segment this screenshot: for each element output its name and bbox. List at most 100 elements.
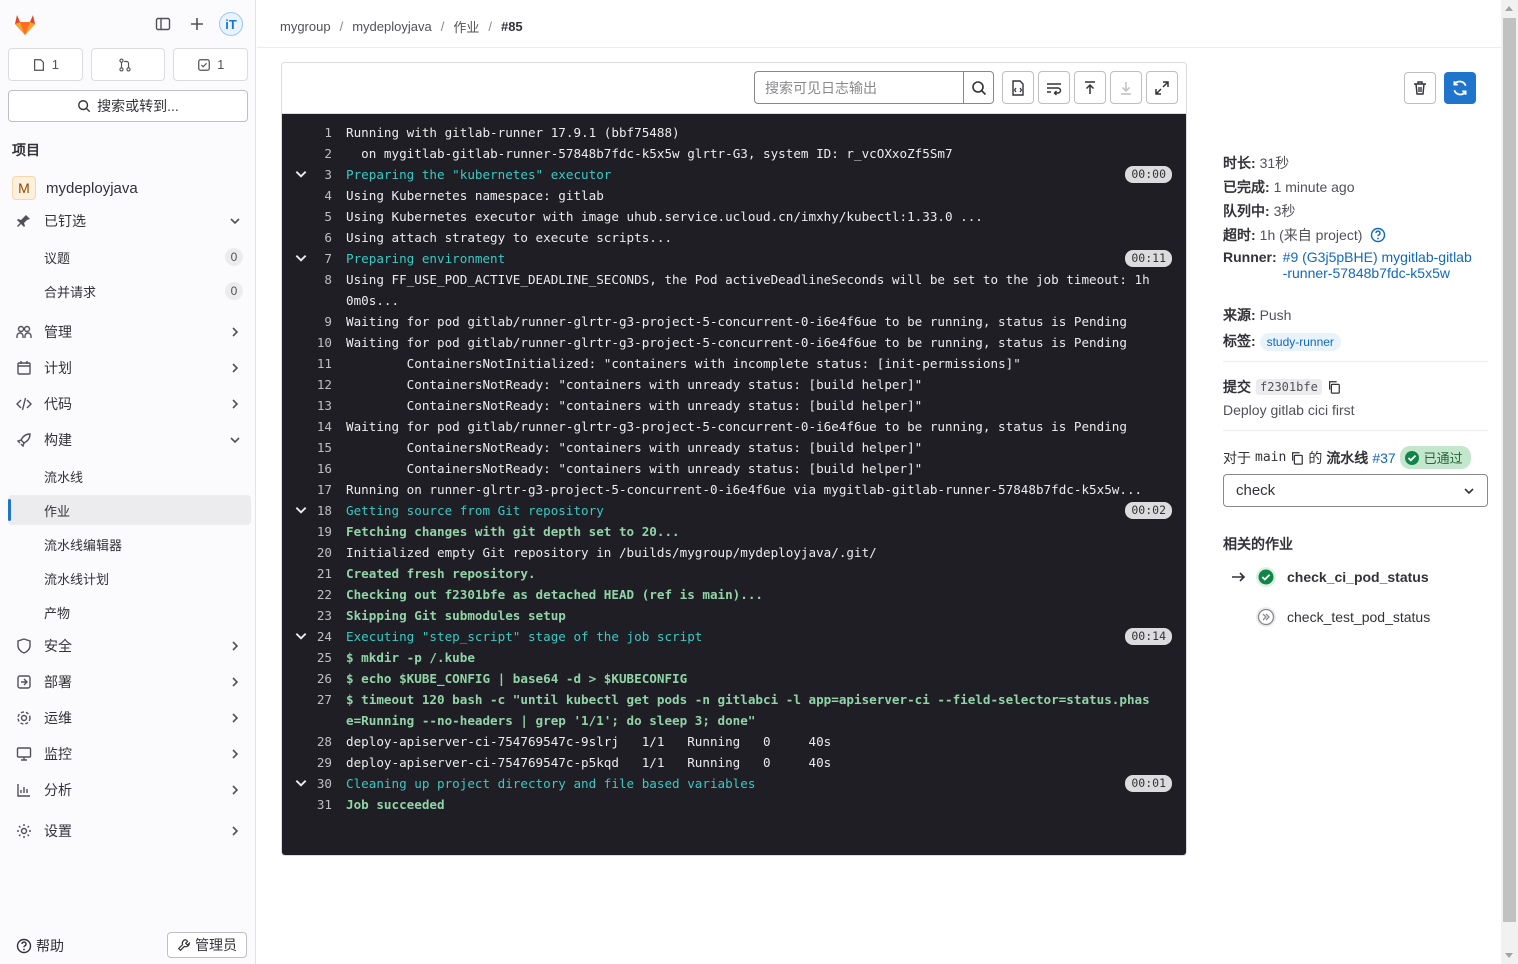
nav-pinned-issues[interactable]: 议题 0 (8, 242, 251, 272)
log-line-number[interactable]: 18 (282, 500, 346, 521)
log-section-header[interactable]: 24 Executing "step_script" stage of the j… (282, 626, 1186, 647)
nav-manage[interactable]: 管理 (8, 317, 251, 347)
todos-counter[interactable]: 1 (173, 48, 249, 81)
log-line-text: ContainersNotReady: "containers with unr… (346, 461, 923, 476)
copy-icon[interactable] (1327, 380, 1341, 394)
log-line-number[interactable]: 19 (282, 521, 346, 542)
log-line-number[interactable]: 1 (282, 122, 346, 143)
nav-deploy[interactable]: 部署 (8, 667, 251, 697)
pipeline-status-badge[interactable]: 已通过 (1399, 446, 1471, 469)
commit-sha-link[interactable]: f2301bfe (1256, 379, 1322, 395)
log-line-number[interactable]: 4 (282, 185, 346, 206)
project-link[interactable]: M mydeployjava (8, 174, 250, 202)
erase-job-button[interactable] (1404, 72, 1436, 104)
help-button[interactable]: 帮助 (16, 936, 64, 956)
log-line-number[interactable]: 17 (282, 479, 346, 500)
search-or-goto-button[interactable]: 搜索或转到... (8, 90, 248, 122)
scroll-to-top-button[interactable] (1074, 71, 1106, 104)
scroll-to-bottom-button[interactable] (1110, 71, 1142, 104)
log-line-number[interactable]: 26 (282, 668, 346, 689)
nav-code[interactable]: 代码 (8, 389, 251, 419)
nav-operate[interactable]: 运维 (8, 703, 251, 733)
duration-label: 时长: (1223, 155, 1256, 171)
log-search-button[interactable] (963, 71, 994, 104)
log-section-header[interactable]: 3 Preparing the "kubernetes" executor 00:0… (282, 164, 1186, 185)
log-line-number[interactable]: 16 (282, 458, 346, 479)
fullscreen-button[interactable] (1146, 71, 1178, 104)
log-line-number[interactable]: 6 (282, 227, 346, 248)
log-line-number[interactable]: 22 (282, 584, 346, 605)
log-section-header[interactable]: 18 Getting source from Git repository 00:0… (282, 500, 1186, 521)
page-scrollbar[interactable] (1501, 0, 1518, 964)
breadcrumb-current-job[interactable]: #85 (501, 19, 523, 34)
scroll-up-arrow[interactable] (1505, 6, 1513, 11)
log-line-number[interactable]: 23 (282, 605, 346, 626)
nav-pipelines[interactable]: 流水线 (8, 461, 251, 491)
log-line-number[interactable]: 20 (282, 542, 346, 563)
log-line-number[interactable]: 14 (282, 416, 346, 437)
scroll-down-arrow[interactable] (1505, 953, 1513, 958)
chevron-down-icon[interactable] (294, 776, 308, 790)
create-new-icon[interactable] (185, 12, 209, 36)
gitlab-logo-icon[interactable] (11, 10, 39, 38)
issues-counter[interactable]: 1 (8, 48, 83, 81)
log-line-number[interactable]: 11 (282, 353, 346, 374)
log-search-input[interactable]: 搜索可见日志输出 (754, 71, 964, 104)
breadcrumb-jobs[interactable]: 作业 (453, 17, 479, 36)
nav-settings[interactable]: 设置 (8, 816, 251, 846)
breadcrumb-project[interactable]: mydeployjava (352, 19, 432, 34)
merge-requests-counter[interactable] (90, 48, 166, 81)
nav-pinned[interactable]: 已钉选 (8, 206, 251, 236)
show-raw-log-button[interactable] (1002, 71, 1034, 104)
log-section-header[interactable]: 7 Preparing environment 00:11 (282, 248, 1186, 269)
nav-pipeline-schedules[interactable]: 流水线计划 (8, 563, 251, 593)
log-line-number[interactable]: 21 (282, 563, 346, 584)
admin-area-button[interactable]: 管理员 (167, 932, 247, 958)
related-job-current[interactable]: check_ci_pod_status (1231, 566, 1429, 588)
log-section-header[interactable]: 30 Cleaning up project directory and file… (282, 773, 1186, 794)
nav-analyze[interactable]: 分析 (8, 775, 251, 805)
log-line-number[interactable]: 31 (282, 794, 346, 815)
nav-monitor[interactable]: 监控 (8, 739, 251, 769)
chevron-down-icon[interactable] (294, 167, 308, 181)
chevron-down-icon[interactable] (294, 251, 308, 265)
log-line-number[interactable]: 30 (282, 773, 346, 794)
log-line-number[interactable]: 2 (282, 143, 346, 164)
nav-plan[interactable]: 计划 (8, 353, 251, 383)
runner-link[interactable]: #9 (G3j5pBHE) mygitlab-gitlab-runner-578… (1283, 249, 1473, 281)
breadcrumb-group[interactable]: mygroup (280, 19, 331, 34)
copy-icon[interactable] (1290, 451, 1304, 465)
log-line-number[interactable]: 13 (282, 395, 346, 416)
question-icon[interactable] (1370, 227, 1386, 243)
log-line-number[interactable]: 9 (282, 311, 346, 332)
nav-secure[interactable]: 安全 (8, 631, 251, 661)
user-avatar[interactable]: iT (219, 12, 243, 36)
branch-name[interactable]: main (1255, 450, 1286, 465)
collapse-sidebar-icon[interactable] (151, 12, 175, 36)
related-job-next[interactable]: check_test_pod_status (1231, 606, 1430, 628)
log-line-number[interactable]: 3 (282, 164, 346, 185)
pipeline-link[interactable]: #37 (1372, 450, 1395, 466)
log-line-number[interactable]: 28 (282, 731, 346, 752)
log-line-number[interactable]: 27 (282, 689, 346, 731)
chevron-down-icon[interactable] (294, 629, 308, 643)
wrap-lines-button[interactable] (1038, 71, 1070, 104)
stage-select[interactable]: check (1223, 474, 1488, 507)
log-line-number[interactable]: 24 (282, 626, 346, 647)
log-line-number[interactable]: 29 (282, 752, 346, 773)
chevron-down-icon[interactable] (294, 503, 308, 517)
retry-job-button[interactable] (1444, 72, 1476, 104)
log-line-number[interactable]: 5 (282, 206, 346, 227)
log-line-number[interactable]: 25 (282, 647, 346, 668)
log-line-number[interactable]: 8 (282, 269, 346, 311)
nav-pinned-merge-requests[interactable]: 合并请求 0 (8, 276, 251, 306)
log-line-number[interactable]: 15 (282, 437, 346, 458)
nav-pipeline-editor[interactable]: 流水线编辑器 (8, 529, 251, 559)
log-line-number[interactable]: 7 (282, 248, 346, 269)
nav-build[interactable]: 构建 (8, 425, 251, 455)
scrollbar-thumb[interactable] (1503, 18, 1516, 922)
nav-artifacts[interactable]: 产物 (8, 597, 251, 627)
log-line-number[interactable]: 12 (282, 374, 346, 395)
log-line-number[interactable]: 10 (282, 332, 346, 353)
nav-jobs[interactable]: 作业 (8, 495, 251, 525)
